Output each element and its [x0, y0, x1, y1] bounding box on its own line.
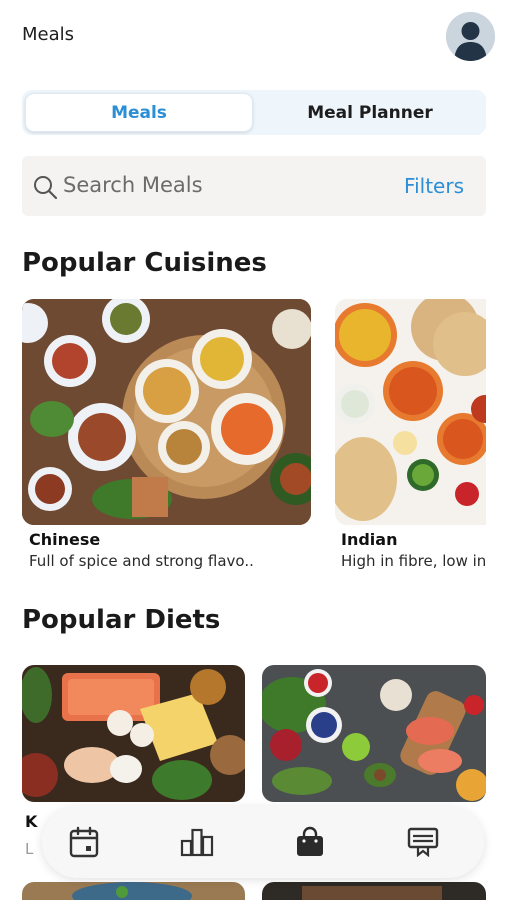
segmented-tabs: Meals Meal Planner	[22, 90, 486, 135]
user-avatar-icon[interactable]	[446, 12, 495, 61]
filters-button[interactable]: Filters	[404, 174, 464, 198]
app-header: Meals	[0, 0, 507, 72]
diet-card-image-3[interactable]	[22, 882, 245, 900]
tab-meal-planner[interactable]: Meal Planner	[257, 93, 483, 132]
bottom-navigation	[42, 806, 484, 878]
diet-name-1: K	[25, 812, 38, 831]
page-title: Meals	[22, 24, 75, 45]
section-title-cuisines: Popular Cuisines	[22, 248, 267, 278]
calendar-icon[interactable]	[66, 824, 102, 860]
shopping-bag-icon[interactable]	[292, 824, 328, 860]
cuisine-card-image-chinese[interactable]	[22, 299, 311, 525]
tab-meals[interactable]: Meals	[25, 93, 253, 132]
diet-card-image-2[interactable]	[262, 665, 486, 802]
section-title-diets: Popular Diets	[22, 605, 221, 635]
diet-card-image-4[interactable]	[262, 882, 486, 900]
bar-chart-icon[interactable]	[179, 824, 215, 860]
search-bar[interactable]: Search Meals Filters	[22, 156, 486, 216]
cuisine-description-chinese: Full of spice and strong flavo..	[29, 552, 254, 570]
search-input[interactable]: Search Meals	[63, 173, 203, 197]
cuisines-carousel[interactable]: Chinese Full of spice and strong flavo..…	[0, 297, 486, 587]
recipe-board-icon[interactable]	[405, 824, 441, 860]
diet-card-image-1[interactable]	[22, 665, 245, 802]
search-icon	[34, 176, 58, 200]
cuisine-card-image-indian[interactable]	[335, 299, 486, 525]
cuisine-name-indian: Indian	[341, 530, 398, 549]
cuisine-name-chinese: Chinese	[29, 530, 101, 549]
cuisine-description-indian: High in fibre, low in	[341, 552, 486, 570]
